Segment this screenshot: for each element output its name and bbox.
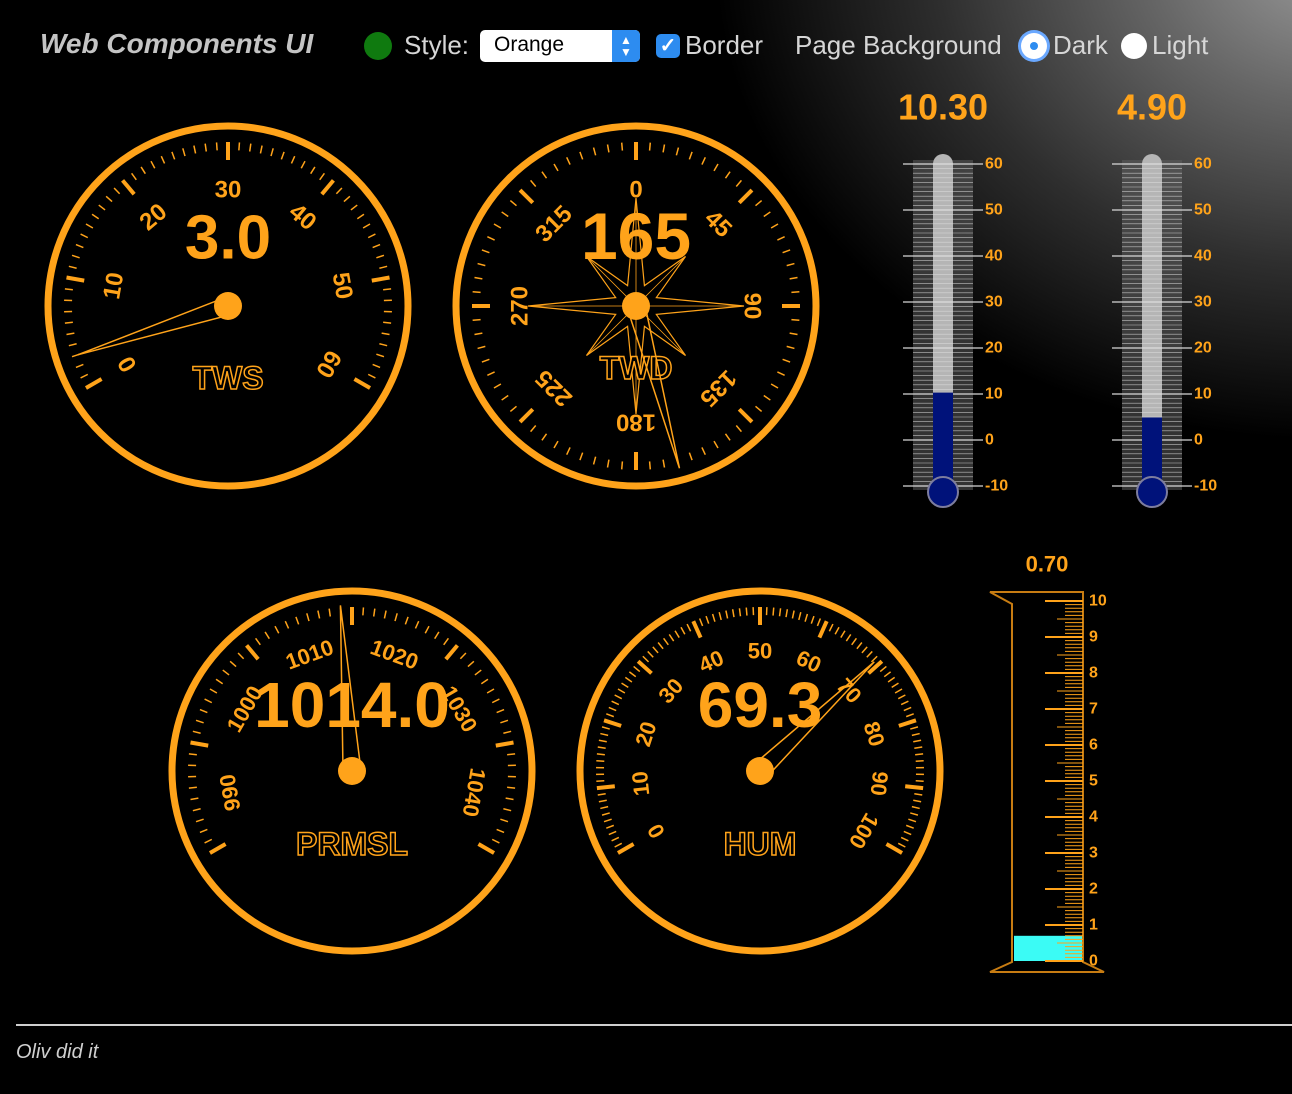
instruments-panel: 01020304050603.0TWS 04590135180225270315…: [44, 87, 1217, 973]
minor-tick: [188, 753, 197, 756]
minor-tick: [472, 318, 481, 322]
needle-hub: [338, 757, 366, 785]
thermometer-tick-label: -10: [985, 478, 1008, 495]
minor-tick: [772, 607, 775, 616]
twd-gauge: 04590135180225270315 165TWD: [452, 122, 820, 490]
twd-value: 165: [581, 199, 691, 273]
prmsl-label: PRMSL: [296, 826, 408, 862]
minor-tick: [915, 753, 924, 756]
rain-tick-label: 6: [1089, 737, 1098, 754]
tws-label: TWS: [192, 360, 263, 396]
tick-label: 30: [215, 177, 242, 204]
minor-tick: [188, 786, 197, 789]
tws-gauge: 01020304050603.0TWS: [44, 122, 412, 490]
rain-tick-label: 2: [1089, 881, 1098, 898]
prmsl-value: 1014.0: [254, 669, 450, 741]
minor-tick: [362, 607, 365, 616]
thermometer-1: 10.30 60 50 40 30 20 10 0 -10: [898, 87, 1008, 508]
thermometer-tick-label: 0: [1194, 432, 1203, 449]
rain-tick-label: 3: [1089, 845, 1098, 862]
thermometer-tick-label: 30: [1194, 294, 1212, 311]
footer-divider: [16, 1024, 1292, 1026]
tick-label: 90: [866, 770, 893, 797]
minor-tick: [215, 142, 218, 151]
hum-label: HUM: [724, 826, 797, 862]
minor-tick: [507, 786, 516, 789]
rain-tick-label: 1: [1089, 917, 1098, 934]
rain-value: 0.70: [1026, 552, 1069, 577]
minor-tick: [507, 753, 516, 756]
rain-gauge: 0.70109876543210: [989, 552, 1107, 973]
rain-tick-label: 5: [1089, 773, 1098, 790]
thermometer-bulb: [1136, 476, 1168, 508]
minor-tick: [383, 288, 392, 291]
minor-tick: [596, 753, 605, 756]
prmsl-gauge: 99010001010 1020103010401014.0PRMSL: [168, 587, 536, 955]
thermometer-tick-label: -10: [1194, 478, 1217, 495]
thermometer-tick-label: 50: [985, 202, 1003, 219]
tick-label: 10: [627, 770, 654, 797]
minor-tick: [596, 780, 605, 783]
thermometer-fill: [933, 392, 953, 486]
minor-tick: [620, 142, 624, 151]
minor-tick: [745, 607, 748, 616]
needle-hub: [214, 292, 242, 320]
thermometer-tick-label: 0: [985, 432, 994, 449]
minor-tick: [915, 780, 924, 783]
thermometer-tick-label: 20: [985, 340, 1003, 357]
minor-tick: [620, 461, 624, 470]
major-tick: [904, 784, 924, 791]
minor-tick: [791, 290, 800, 294]
needle-hub: [622, 292, 650, 320]
thermometer-tick-label: 40: [1194, 248, 1212, 265]
hum-value: 69.3: [698, 669, 823, 741]
major-tick: [596, 784, 616, 791]
thermometer-tick-label: 60: [1194, 156, 1212, 173]
minor-tick: [383, 321, 392, 324]
tick-label: 50: [748, 639, 772, 664]
thermometer-bulb: [927, 476, 959, 508]
rain-tick-label: 8: [1089, 665, 1098, 682]
thermometer-tick-label: 20: [1194, 340, 1212, 357]
minor-tick: [648, 142, 652, 151]
thermometer-tick-label: 10: [985, 386, 1003, 403]
tws-value: 3.0: [185, 204, 271, 273]
thermometer-value: 4.90: [1117, 87, 1187, 128]
minor-tick: [472, 290, 481, 294]
rain-tick-label: 7: [1089, 701, 1098, 718]
thermometer-2: 4.90 60 50 40 30 20 10 0 -10: [1112, 87, 1217, 508]
minor-tick: [738, 608, 742, 617]
minor-tick: [648, 461, 652, 470]
thermometer-tick-label: 60: [985, 156, 1003, 173]
minor-tick: [64, 321, 73, 324]
rain-tick-label: 10: [1089, 593, 1107, 610]
rain-tick-label: 0: [1089, 953, 1098, 970]
thermometer-value: 10.30: [898, 87, 988, 128]
thermometer-tick-label: 10: [1194, 386, 1212, 403]
minor-tick: [791, 318, 800, 322]
thermometer-tick-label: 40: [985, 248, 1003, 265]
thermometer-tick-label: 30: [985, 294, 1003, 311]
tick-label: 50: [327, 270, 358, 301]
tick-label: 10: [98, 270, 129, 301]
thermometer-tick-label: 50: [1194, 202, 1212, 219]
hum-gauge: 010203040 50 6070809010069.3HUM: [576, 587, 944, 955]
needle-hub: [746, 757, 774, 785]
minor-tick: [64, 288, 73, 291]
minor-tick: [596, 759, 605, 762]
rain-tick-label: 4: [1089, 809, 1098, 826]
minor-tick: [778, 608, 782, 617]
thermometer-fill: [1142, 417, 1162, 486]
footer-text: Oliv did it: [16, 1041, 99, 1063]
rain-tick-label: 9: [1089, 629, 1098, 646]
minor-tick: [915, 759, 924, 762]
minor-tick: [238, 142, 241, 151]
